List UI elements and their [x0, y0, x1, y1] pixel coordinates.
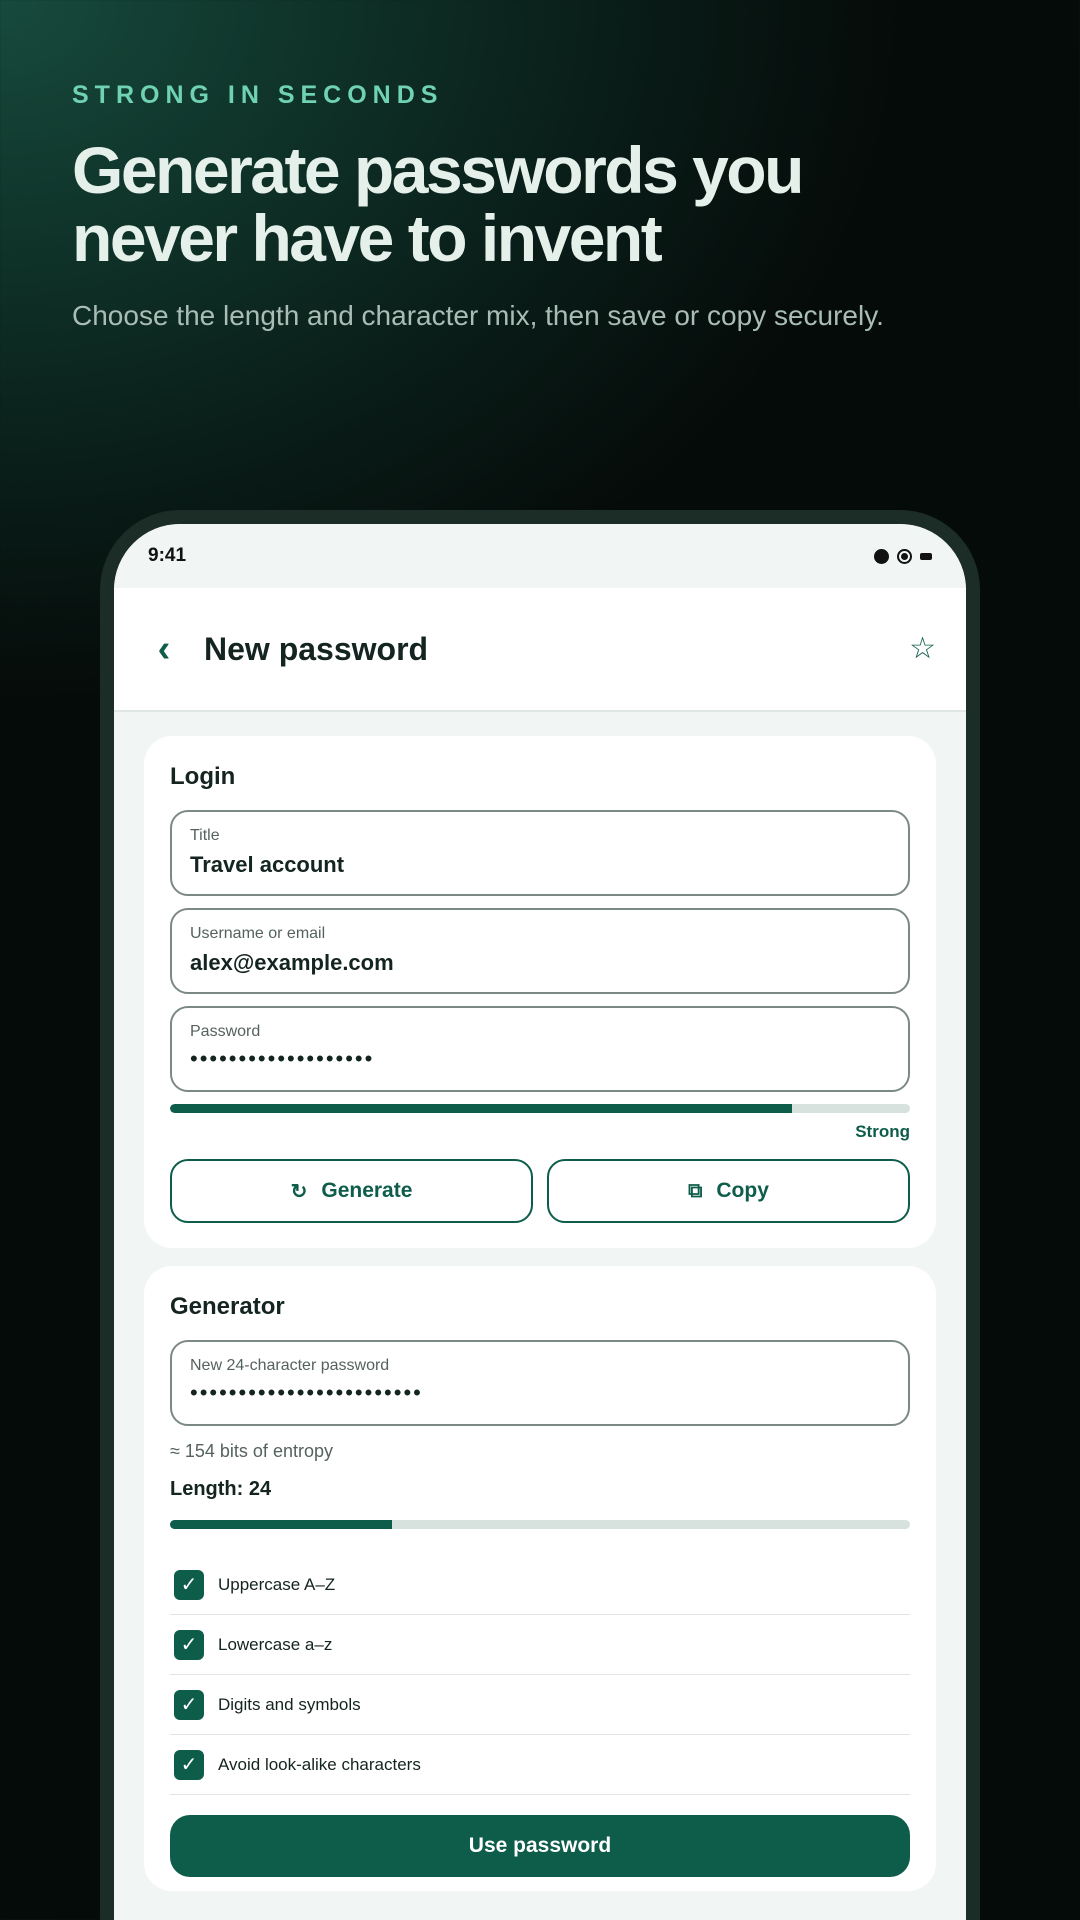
length-slider[interactable]	[170, 1520, 910, 1529]
strength-meter-fill	[170, 1104, 792, 1113]
hero-headline: Generate passwords you never have to inv…	[72, 133, 804, 275]
username-field[interactable]: Username or email alex@example.com	[170, 908, 910, 994]
option-label: Uppercase A–Z	[218, 1574, 336, 1594]
status-icons	[874, 548, 932, 564]
entropy-text: ≈ 154 bits of entropy	[170, 1441, 333, 1461]
username-field-label: Username or email	[190, 925, 326, 942]
back-icon[interactable]: ‹	[144, 630, 184, 668]
generated-password-label: New 24-character password	[190, 1357, 390, 1374]
generate-button-label: Generate	[321, 1179, 413, 1202]
username-field-value: alex@example.com	[190, 950, 394, 975]
status-bar: 9:41	[114, 524, 966, 588]
length-slider-fill	[170, 1520, 392, 1529]
title-field-value: Travel account	[190, 852, 345, 877]
character-options: ✓ Uppercase A–Z ✓ Lowercase a–z ✓ Digits…	[170, 1555, 910, 1795]
strength-label: Strong	[855, 1122, 910, 1141]
use-password-button[interactable]: Use password	[170, 1815, 910, 1877]
login-card: Login Title Travel account Username or e…	[144, 736, 936, 1248]
page-title: New password	[204, 630, 429, 667]
signal-icon	[874, 548, 889, 564]
hero: STRONG IN SECONDS Generate passwords you…	[72, 80, 1032, 334]
battery-icon	[920, 552, 932, 560]
option-label: Digits and symbols	[218, 1694, 361, 1714]
option-digits-symbols[interactable]: ✓ Digits and symbols	[170, 1675, 910, 1735]
copy-button-label: Copy	[716, 1179, 769, 1202]
password-field[interactable]: Password •••••••••••••••••••	[170, 1006, 910, 1092]
uppercase-checkbox[interactable]: ✓	[174, 1569, 204, 1600]
password-field-value: •••••••••••••••••••	[190, 1046, 375, 1071]
generated-password-value: ••••••••••••••••••••••••	[190, 1380, 423, 1405]
copy-button[interactable]: ⧉ Copy	[547, 1159, 910, 1223]
option-avoid-lookalike[interactable]: ✓ Avoid look-alike characters	[170, 1735, 910, 1795]
hero-subline: Choose the length and character mix, the…	[72, 300, 884, 331]
title-field-label: Title	[190, 827, 220, 844]
refresh-icon: ↻	[290, 1180, 308, 1203]
login-heading: Login	[170, 763, 236, 790]
phone-frame: 9:41 ‹ New password ☆ Login Title Travel…	[100, 510, 980, 1920]
wifi-icon	[897, 548, 912, 564]
option-lowercase[interactable]: ✓ Lowercase a–z	[170, 1615, 910, 1675]
length-label: Length: 24	[170, 1478, 272, 1500]
app-bar: ‹ New password ☆	[114, 588, 966, 712]
hero-eyebrow: STRONG IN SECONDS	[72, 81, 444, 109]
login-actions: ↻ Generate ⧉ Copy	[170, 1159, 910, 1223]
strength-meter	[170, 1104, 910, 1113]
copy-icon: ⧉	[688, 1179, 703, 1202]
phone-screen: 9:41 ‹ New password ☆ Login Title Travel…	[114, 524, 966, 1920]
option-uppercase[interactable]: ✓ Uppercase A–Z	[170, 1555, 910, 1615]
star-icon[interactable]: ☆	[909, 634, 936, 664]
generated-password-field[interactable]: New 24-character password ••••••••••••••…	[170, 1340, 910, 1426]
option-label: Lowercase a–z	[218, 1634, 333, 1654]
generator-heading: Generator	[170, 1293, 285, 1320]
generator-card: Generator New 24-character password ••••…	[144, 1266, 936, 1891]
title-field[interactable]: Title Travel account	[170, 810, 910, 896]
status-time: 9:41	[148, 545, 187, 566]
lowercase-checkbox[interactable]: ✓	[174, 1629, 204, 1660]
digits-symbols-checkbox[interactable]: ✓	[174, 1689, 204, 1720]
generate-button[interactable]: ↻ Generate	[170, 1159, 533, 1223]
password-field-label: Password	[190, 1023, 261, 1040]
avoid-lookalike-checkbox[interactable]: ✓	[174, 1749, 204, 1780]
option-label: Avoid look-alike characters	[218, 1754, 421, 1774]
